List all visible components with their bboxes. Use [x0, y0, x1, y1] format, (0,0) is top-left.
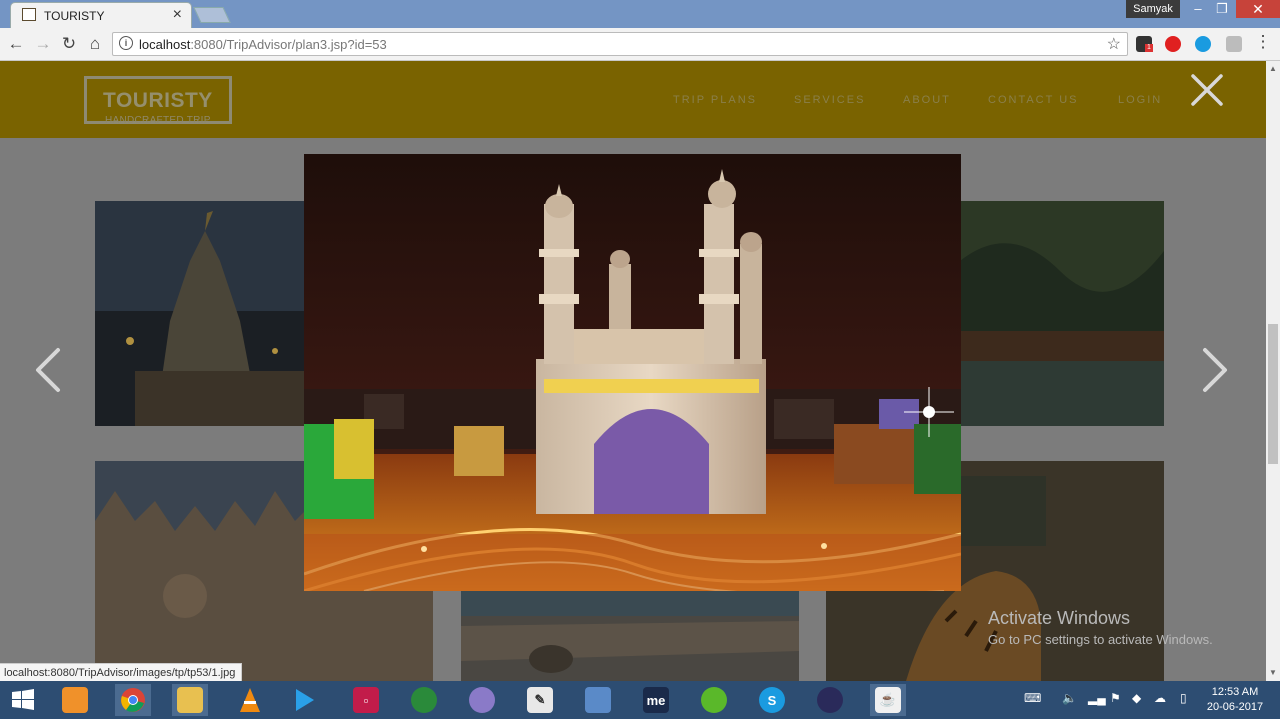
network-signal-icon[interactable]: ▂▄	[1088, 691, 1106, 705]
address-url: localhost:8080/TripAdvisor/plan3.jsp?id=…	[139, 37, 387, 52]
activate-windows-watermark: Activate Windows Go to PC settings to ac…	[988, 608, 1213, 647]
skype-icon[interactable]: S	[754, 684, 790, 716]
circle-app-icon[interactable]	[464, 684, 500, 716]
forward-icon[interactable]: →	[32, 33, 54, 55]
start-icon[interactable]	[5, 684, 41, 716]
lightbox-image[interactable]	[304, 154, 961, 591]
nav-contact-us[interactable]: CONTACT US	[988, 94, 1079, 106]
media-player-icon[interactable]	[286, 684, 322, 716]
opera-extension-icon[interactable]	[1165, 36, 1181, 52]
site-info-icon[interactable]: i	[119, 36, 133, 50]
browser-toolbar: ← → ↻ ⌂ i localhost:8080/TripAdvisor/pla…	[0, 28, 1280, 61]
extension-badge: 1	[1145, 44, 1153, 52]
tab-close-icon[interactable]: ×	[173, 6, 182, 24]
nav-login[interactable]: LOGIN	[1118, 94, 1162, 106]
bookmark-star-icon[interactable]: ☆	[1107, 34, 1121, 54]
app-orange-icon[interactable]	[57, 684, 93, 716]
nav-services[interactable]: SERVICES	[794, 94, 865, 106]
page-favicon-icon	[22, 8, 36, 21]
tab-title: TOURISTY	[44, 9, 105, 23]
browser-titlebar: TOURISTY × Samyak – ❐ ✕	[0, 0, 1280, 28]
chrome-icon[interactable]	[115, 684, 151, 716]
watermark-title: Activate Windows	[988, 608, 1131, 628]
previous-arrow-icon[interactable]	[33, 347, 63, 393]
clock-time: 12:53 AM	[1211, 686, 1259, 698]
address-bar[interactable]: i localhost:8080/TripAdvisor/plan3.jsp?i…	[112, 32, 1128, 56]
flag-icon[interactable]: ⚑	[1110, 691, 1121, 705]
clock-date: 20-06-2017	[1206, 701, 1264, 713]
back-icon[interactable]: ←	[5, 33, 27, 55]
home-icon[interactable]: ⌂	[84, 33, 106, 55]
system-clock[interactable]: 12:53 AM 20-06-2017	[1200, 685, 1270, 715]
pdf-extension-icon[interactable]	[1226, 36, 1242, 52]
gallery-card-ruins[interactable]	[461, 591, 799, 681]
java-icon[interactable]: ☕	[870, 684, 906, 716]
watermark-subtitle: Go to PC settings to activate Windows.	[988, 632, 1213, 647]
volume-icon[interactable]: 🔈	[1062, 691, 1077, 705]
me-app-icon[interactable]: me	[638, 684, 674, 716]
scroll-down-icon[interactable]: ▼	[1269, 668, 1277, 677]
windows-taskbar: ▫ ✎ me S ☕ ⌨ 🔈 ▂▄ ⚑ ◆ ☁ ▯ 12:53 AM 20-06…	[0, 681, 1280, 719]
window-close-button[interactable]: ✕	[1236, 0, 1280, 18]
scroll-up-icon[interactable]: ▲	[1269, 64, 1277, 73]
page-scrollbar[interactable]: ▲ ▼	[1266, 61, 1280, 681]
browser-tab[interactable]: TOURISTY ×	[10, 2, 192, 28]
gallery-card-forest[interactable]	[960, 201, 1164, 426]
skype-extension-icon[interactable]	[1195, 36, 1211, 52]
nav-about[interactable]: ABOUT	[903, 94, 951, 106]
screen-recorder-icon[interactable]: ▫	[348, 684, 384, 716]
status-bar-url: localhost:8080/TripAdvisor/images/tp/tp5…	[0, 663, 243, 681]
dolphin-icon[interactable]	[580, 684, 616, 716]
me-app-label: me	[643, 687, 669, 713]
scrollbar-thumb[interactable]	[1268, 324, 1278, 464]
extension-icon[interactable]: 1	[1136, 36, 1153, 52]
tray-app-icon[interactable]: ◆	[1132, 691, 1141, 705]
notepad-icon[interactable]: ✎	[522, 684, 558, 716]
keyboard-icon[interactable]: ⌨	[1024, 691, 1041, 705]
next-arrow-icon[interactable]	[1200, 347, 1230, 393]
lightbox-close-icon[interactable]	[1190, 73, 1224, 107]
file-explorer-icon[interactable]	[172, 684, 208, 716]
battery-icon[interactable]: ▯	[1180, 691, 1187, 705]
reload-icon[interactable]: ↻	[58, 33, 80, 55]
cloud-icon[interactable]: ☁	[1154, 691, 1166, 705]
site-logo[interactable]: TOURISTY HANDCRAFTED TRIP	[84, 76, 232, 126]
vlc-icon[interactable]	[232, 684, 268, 716]
logo-tagline: HANDCRAFTED TRIP	[105, 115, 211, 126]
logo-name: TOURISTY	[103, 89, 213, 112]
gallery-card-temple[interactable]	[95, 201, 307, 426]
nav-trip-plans[interactable]: TRIP PLANS	[673, 94, 757, 106]
globe-download-icon[interactable]	[406, 684, 442, 716]
new-tab-button[interactable]	[193, 7, 231, 23]
profile-button[interactable]: Samyak	[1126, 0, 1180, 18]
chrome-menu-icon[interactable]: ⋮	[1252, 31, 1274, 53]
site-header: TOURISTY HANDCRAFTED TRIP TRIP PLANS SER…	[0, 61, 1266, 138]
webpage: TOURISTY HANDCRAFTED TRIP TRIP PLANS SER…	[0, 61, 1266, 681]
eclipse-icon[interactable]	[812, 684, 848, 716]
green-app-icon[interactable]	[696, 684, 732, 716]
restore-button[interactable]: ❐	[1209, 0, 1235, 18]
minimize-button[interactable]: –	[1185, 0, 1211, 18]
